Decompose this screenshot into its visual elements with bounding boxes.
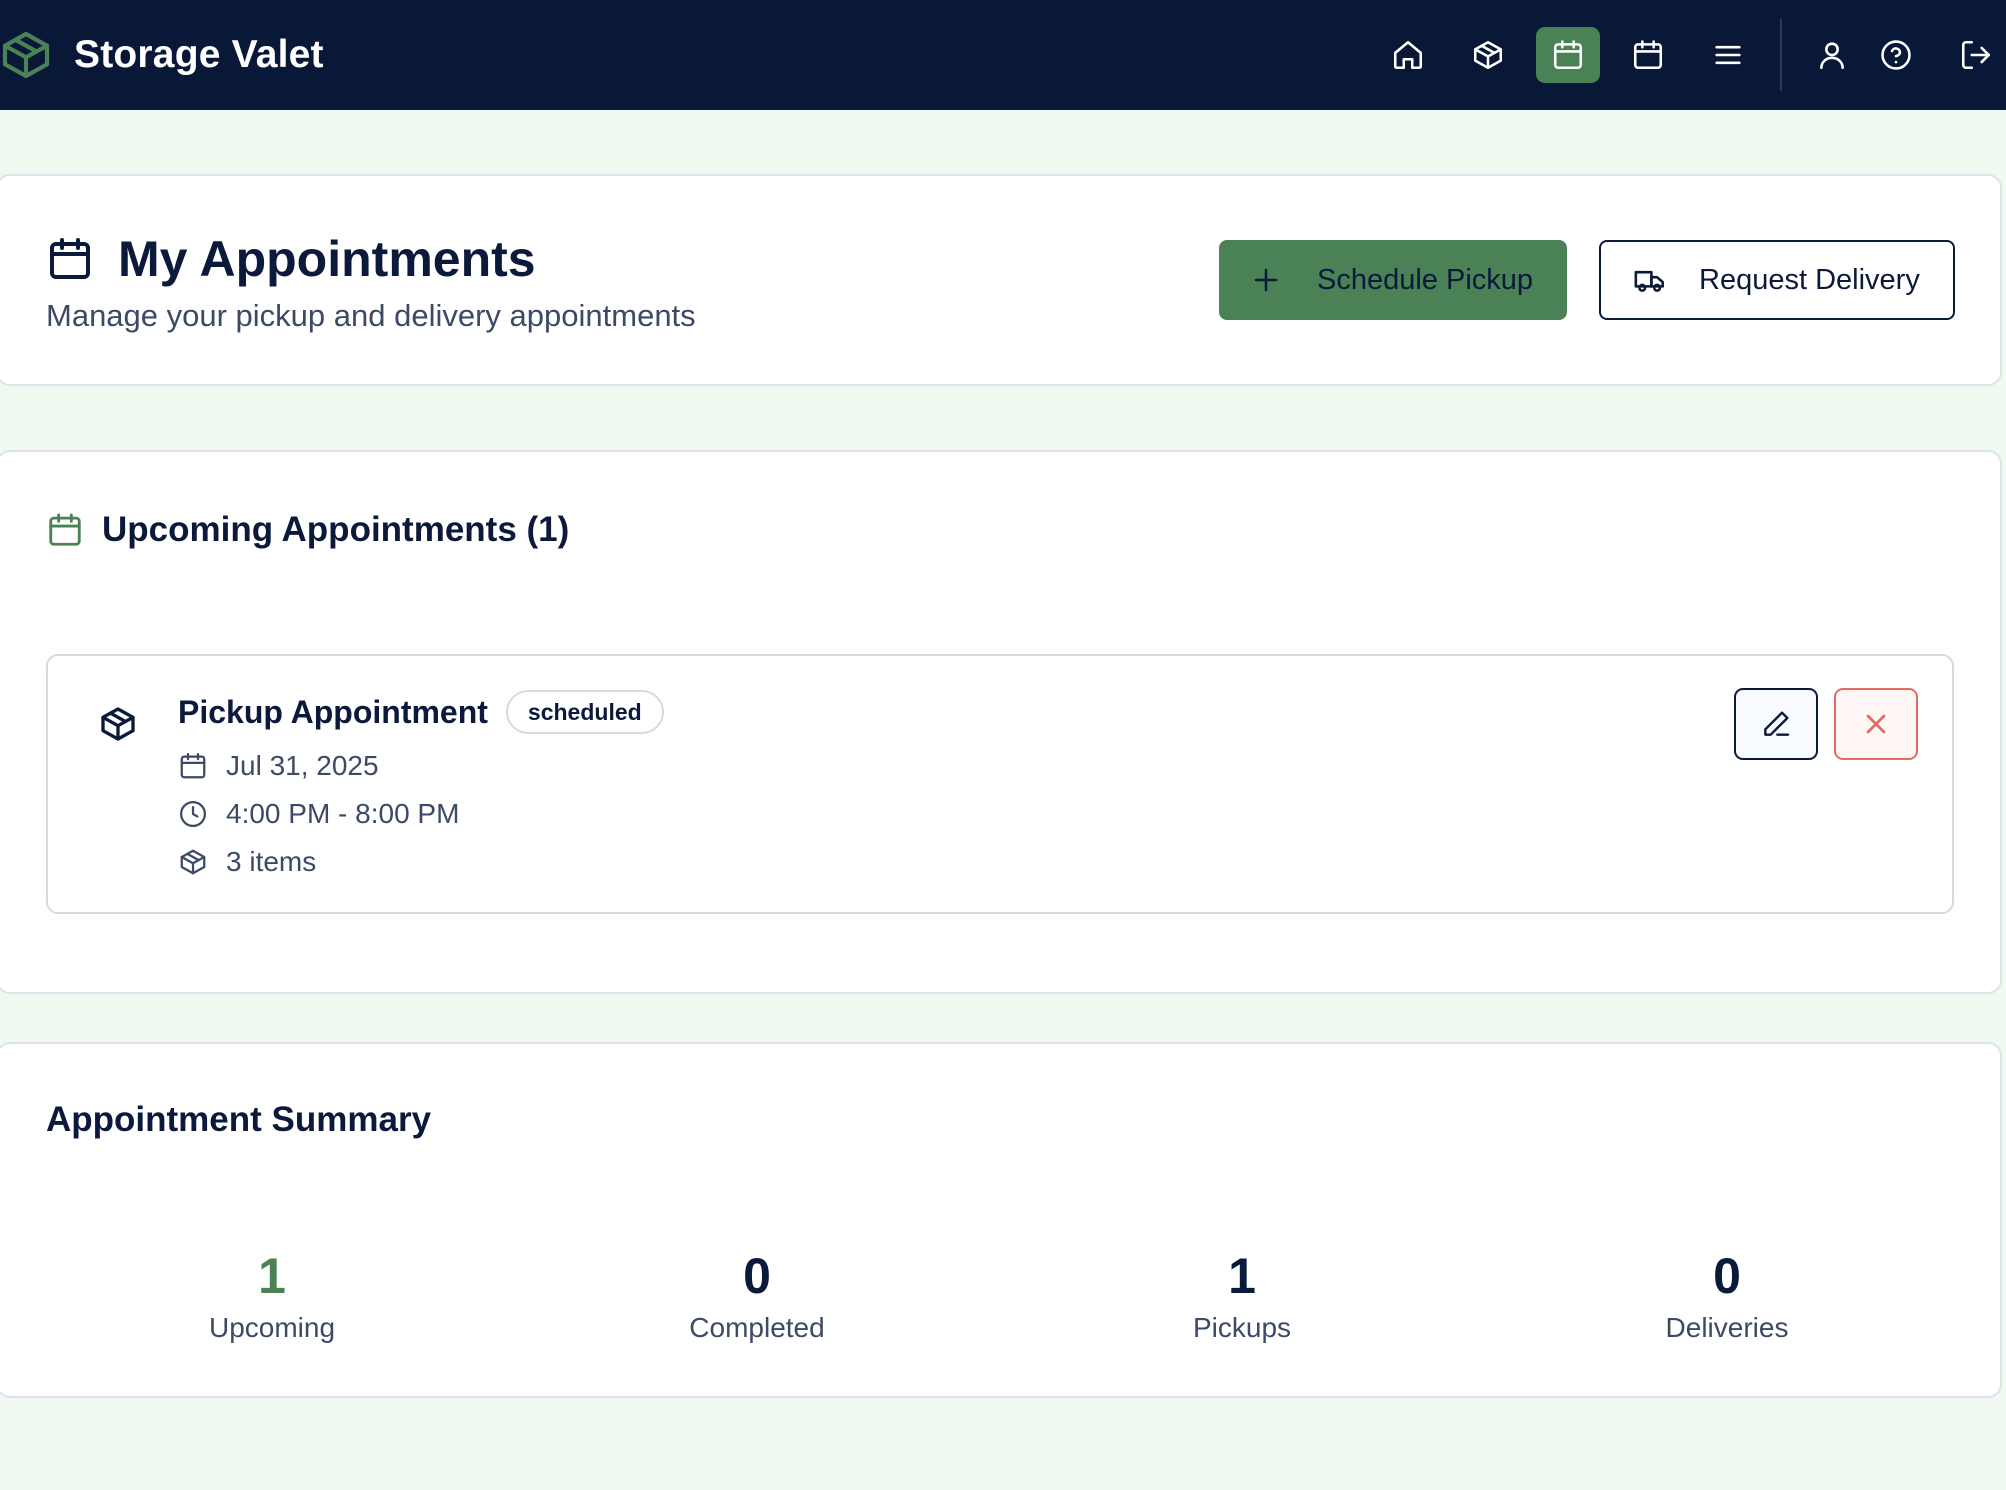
pencil-icon <box>1760 708 1792 740</box>
calendar-icon <box>1551 38 1585 72</box>
stat-label: Deliveries <box>1665 1312 1789 1343</box>
nav-help-button[interactable] <box>1864 27 1928 83</box>
page-title: My Appointments <box>118 231 536 287</box>
package-icon <box>1471 38 1505 72</box>
appointment-time-text: 4:00 PM - 8:00 PM <box>226 798 460 829</box>
nav-profile-button[interactable] <box>1800 27 1864 83</box>
page-subtitle: Manage your pickup and delivery appointm… <box>46 298 696 333</box>
request-delivery-label: Request Delivery <box>1699 263 1920 296</box>
stat-label: Upcoming <box>208 1312 336 1343</box>
appointment-item[interactable]: Pickup Appointment scheduled Jul 31, 202… <box>46 654 1954 914</box>
calendar-icon <box>46 235 94 283</box>
truck-icon <box>1601 263 1667 297</box>
calendar-icon <box>46 511 84 549</box>
user-icon <box>1815 38 1849 72</box>
upcoming-appointments-card: Upcoming Appointments (1) Pickup Appoint… <box>0 450 2002 994</box>
upcoming-title-row: Upcoming Appointments (1) <box>46 510 569 550</box>
appointment-summary-card: Appointment Summary 1 Upcoming 0 Complet… <box>0 1042 2002 1398</box>
clock-icon <box>178 799 226 829</box>
schedule-pickup-button[interactable]: Schedule Pickup <box>1219 240 1567 320</box>
calendar-icon <box>1631 38 1665 72</box>
stat-deliveries: 0 Deliveries <box>1597 1248 1857 1344</box>
stat-value: 1 <box>1228 1248 1256 1304</box>
cancel-appointment-button[interactable] <box>1834 688 1918 760</box>
upcoming-title: Upcoming Appointments (1) <box>102 510 570 549</box>
stat-value: 0 <box>1713 1248 1741 1304</box>
edit-appointment-button[interactable] <box>1734 688 1818 760</box>
request-delivery-button[interactable]: Request Delivery <box>1599 240 1955 320</box>
top-nav: Storage Valet <box>0 0 2006 110</box>
nav-inventory-button[interactable] <box>1456 27 1520 83</box>
nav-menu-button[interactable] <box>1696 27 1760 83</box>
menu-icon <box>1711 38 1745 72</box>
log-out-icon <box>1959 38 1993 72</box>
stat-label: Completed <box>689 1312 825 1343</box>
appointment-title-row: Pickup Appointment scheduled <box>178 690 664 734</box>
stat-completed: 0 Completed <box>627 1248 887 1344</box>
appointment-items: 3 items <box>178 846 316 878</box>
nav-divider <box>1780 19 1782 91</box>
app-name: Storage Valet <box>74 33 324 76</box>
calendar-icon <box>178 751 226 781</box>
summary-title: Appointment Summary <box>46 1100 432 1139</box>
close-icon <box>1860 708 1892 740</box>
appointment-title: Pickup Appointment <box>178 693 488 730</box>
stat-upcoming: 1 Upcoming <box>142 1248 402 1344</box>
stat-label: Pickups <box>1192 1312 1292 1343</box>
appointment-date-text: Jul 31, 2025 <box>226 750 379 781</box>
nav-schedule-button[interactable] <box>1616 27 1680 83</box>
stat-value: 0 <box>743 1248 771 1304</box>
appointment-items-text: 3 items <box>226 846 317 877</box>
home-icon <box>1391 38 1425 72</box>
appointment-date: Jul 31, 2025 <box>178 750 379 782</box>
stat-pickups: 1 Pickups <box>1112 1248 1372 1344</box>
schedule-pickup-label: Schedule Pickup <box>1317 263 1534 296</box>
plus-icon <box>1219 265 1281 295</box>
nav-home-button[interactable] <box>1376 27 1440 83</box>
package-icon <box>178 847 226 877</box>
brand[interactable]: Storage Valet <box>0 0 324 110</box>
page-header-card: My Appointments Manage your pickup and d… <box>0 174 2002 386</box>
stat-value: 1 <box>258 1248 286 1304</box>
nav-appointments-button[interactable] <box>1536 27 1600 83</box>
nav-icons <box>1376 18 2006 92</box>
package-icon <box>0 27 54 83</box>
status-badge: scheduled <box>505 690 664 734</box>
appointment-time: 4:00 PM - 8:00 PM <box>178 798 459 830</box>
help-circle-icon <box>1879 38 1913 72</box>
nav-logout-button[interactable] <box>1944 27 2006 83</box>
page-title-row: My Appointments <box>46 230 536 288</box>
